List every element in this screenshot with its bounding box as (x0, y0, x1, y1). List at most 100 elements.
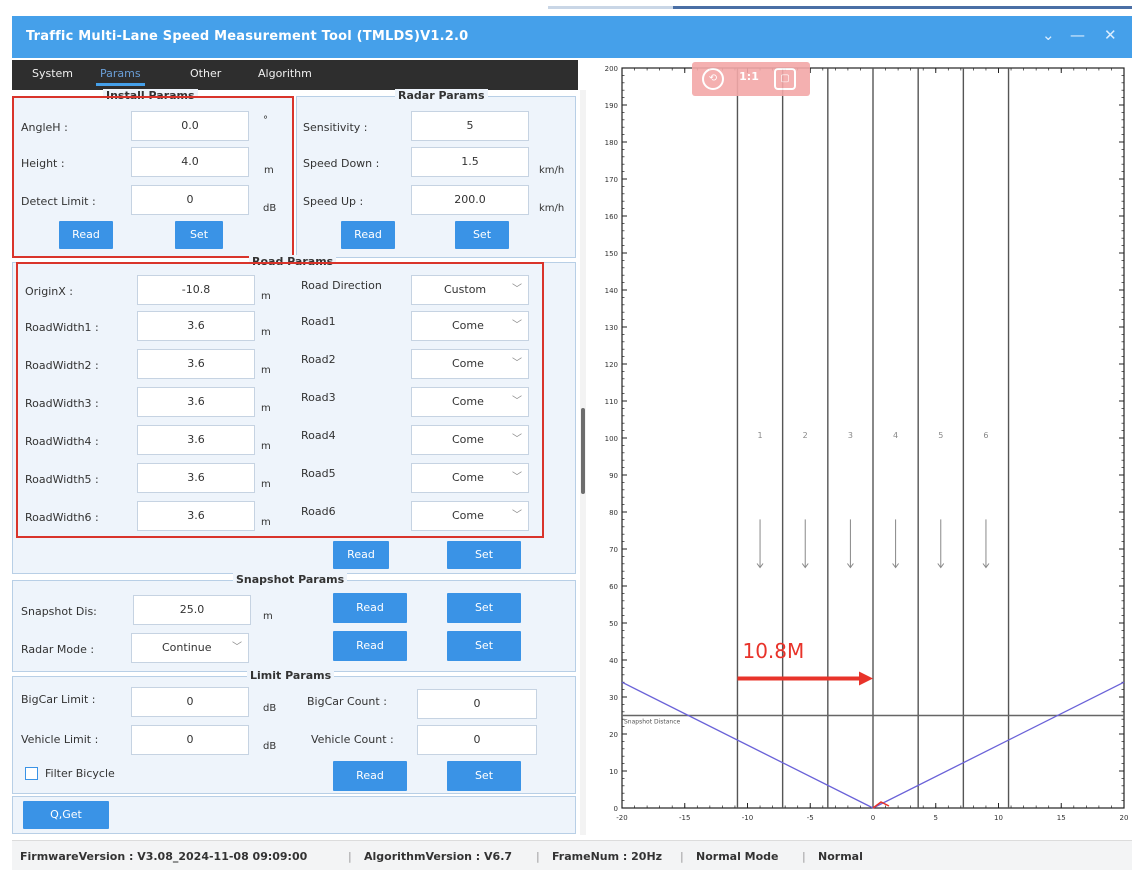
panel-title: Radar Params (395, 89, 488, 102)
radar-read-button[interactable]: Read (341, 221, 395, 249)
height-input[interactable]: 4.0 (131, 147, 249, 177)
bigcar-limit-input[interactable]: 0 (131, 687, 249, 717)
scrollbar-thumb[interactable] (581, 408, 585, 494)
get-button[interactable]: Q,Get (23, 801, 109, 829)
x-tick-label: -15 (679, 814, 690, 822)
tab-bar: System Params Other Algorithm (12, 60, 578, 90)
y-tick-label: 180 (605, 139, 618, 147)
y-tick-label: 50 (609, 620, 618, 628)
mode-read-button[interactable]: Read (333, 631, 407, 661)
originx-input[interactable]: -10.8 (137, 275, 255, 305)
radar-mode-label: Radar Mode : (21, 643, 95, 656)
mode-set-button[interactable]: Set (447, 631, 521, 661)
vehicle-limit-label: Vehicle Limit : (21, 733, 99, 746)
y-tick-label: 170 (605, 176, 618, 184)
bigcar-count-input[interactable]: 0 (417, 689, 537, 719)
close-icon[interactable]: ✕ (1104, 26, 1117, 44)
speed-up-input[interactable]: 200.0 (411, 185, 529, 215)
x-tick-label: -5 (807, 814, 814, 822)
road-width-label: RoadWidth5 : (25, 473, 99, 486)
road-width-unit: m (261, 327, 271, 338)
speed-down-label: Speed Down : (303, 157, 380, 170)
detect-limit-input[interactable]: 0 (131, 185, 249, 215)
tab-system[interactable]: System (32, 67, 73, 80)
road-width-input[interactable]: 3.6 (137, 349, 255, 379)
limit-read-button[interactable]: Read (333, 761, 407, 791)
snapshot-params-panel: Snapshot Params Snapshot Dis: 25.0 m Rea… (12, 573, 576, 672)
road-width-input[interactable]: 3.6 (137, 311, 255, 341)
road-direction-value: Come (452, 319, 484, 332)
road-direction-select[interactable]: Come ﹀ (411, 501, 529, 531)
top-strip-segment (673, 6, 1132, 9)
lane-label: 4 (893, 431, 898, 440)
minimize-icon[interactable]: — (1070, 26, 1085, 44)
road-read-button[interactable]: Read (333, 541, 389, 569)
road-direction-select[interactable]: Come ﹀ (411, 387, 529, 417)
radar-set-button[interactable]: Set (455, 221, 509, 249)
chevron-down-icon: ﹀ (512, 358, 522, 369)
filter-bicycle-checkbox[interactable] (25, 767, 38, 780)
chevron-down-icon[interactable]: ⌄ (1042, 26, 1055, 44)
road-width-input[interactable]: 3.6 (137, 463, 255, 493)
road-direction-select[interactable]: Come ﹀ (411, 463, 529, 493)
install-set-button[interactable]: Set (175, 221, 223, 249)
tab-algorithm[interactable]: Algorithm (258, 67, 312, 80)
road-direction-label: Road3 (301, 391, 336, 404)
panel-title: Install Params (103, 89, 198, 102)
road-direction-select[interactable]: Come ﹀ (411, 349, 529, 379)
snapshot-label: Snapshot Distance (624, 719, 681, 726)
y-tick-label: 80 (609, 509, 618, 517)
road-direction-label: Road1 (301, 315, 336, 328)
road-direction-label: Road4 (301, 429, 336, 442)
chevron-down-icon: ﹀ (512, 510, 522, 521)
limit-set-button[interactable]: Set (447, 761, 521, 791)
y-tick-label: 40 (609, 657, 618, 665)
speed-down-unit: km/h (539, 165, 565, 176)
road-width-input[interactable]: 3.6 (137, 425, 255, 455)
road-set-button[interactable]: Set (447, 541, 521, 569)
snapshot-dis-input[interactable]: 25.0 (133, 595, 251, 625)
speed-up-unit: km/h (539, 203, 565, 214)
chevron-down-icon: ﹀ (512, 434, 522, 445)
install-read-button[interactable]: Read (59, 221, 113, 249)
road-width-unit: m (261, 479, 271, 490)
firmware-version: FirmwareVersion : V3.08_2024-11-08 09:09… (20, 850, 308, 863)
y-tick-label: 140 (605, 287, 618, 295)
reset-view-icon[interactable]: ⟲ (702, 68, 724, 90)
bigcar-limit-unit: dB (263, 703, 277, 714)
angleh-input[interactable]: 0.0 (131, 111, 249, 141)
road-width-input[interactable]: 3.6 (137, 387, 255, 417)
radar-mode-select[interactable]: Continue ﹀ (131, 633, 249, 663)
vehicle-limit-input[interactable]: 0 (131, 725, 249, 755)
road-width-input[interactable]: 3.6 (137, 501, 255, 531)
status-bar: FirmwareVersion : V3.08_2024-11-08 09:09… (12, 840, 1132, 870)
y-tick-label: 190 (605, 102, 618, 110)
y-tick-label: 110 (605, 398, 618, 406)
road-direction-select[interactable]: Custom ﹀ (411, 275, 529, 305)
tab-other[interactable]: Other (190, 67, 221, 80)
tab-params[interactable]: Params (96, 67, 145, 86)
actual-size-icon[interactable]: 1:1 (738, 68, 760, 90)
origin-annotation: 10.8M (742, 639, 804, 663)
snapshot-set-button[interactable]: Set (447, 593, 521, 623)
road-direction-select[interactable]: Come ﹀ (411, 425, 529, 455)
fit-view-icon[interactable]: ▢ (774, 68, 796, 90)
sensitivity-input[interactable]: 5 (411, 111, 529, 141)
status-separator: | (536, 850, 540, 863)
road-direction-select[interactable]: Come ﹀ (411, 311, 529, 341)
x-tick-label: -10 (742, 814, 753, 822)
road-direction-value: Come (452, 395, 484, 408)
height-label: Height : (21, 157, 65, 170)
vehicle-count-input[interactable]: 0 (417, 725, 537, 755)
app-title: Traffic Multi-Lane Speed Measurement Too… (26, 29, 469, 44)
road-direction-value: Come (452, 509, 484, 522)
y-tick-label: 20 (609, 731, 618, 739)
params-scrollbar[interactable] (580, 90, 586, 835)
speed-down-input[interactable]: 1.5 (411, 147, 529, 177)
snapshot-read-button[interactable]: Read (333, 593, 407, 623)
radar-mode-value: Continue (162, 641, 212, 654)
road-width-unit: m (261, 403, 271, 414)
frame-num: FrameNum : 20Hz (552, 850, 663, 863)
radar-params-panel: Radar Params Sensitivity : 5 Speed Down … (296, 89, 576, 258)
y-tick-label: 200 (605, 65, 618, 73)
